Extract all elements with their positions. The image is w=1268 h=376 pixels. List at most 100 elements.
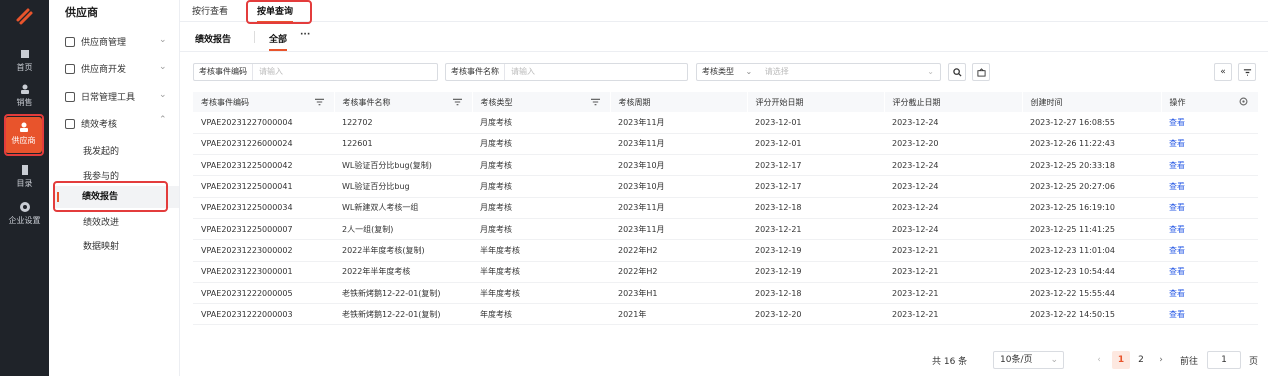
name-filter-label: 考核事件名称 bbox=[446, 64, 505, 80]
cell-end: 2023-12-24 bbox=[884, 154, 1022, 177]
cell-code: VPAE20231223000002 bbox=[193, 239, 334, 262]
table-row: VPAE20231225000007 2人一组(复制) 月度考核 2023年11月 20… bbox=[193, 218, 1258, 241]
filter-button[interactable] bbox=[1238, 63, 1256, 81]
chevron-up-icon[interactable]: ⌃ bbox=[159, 115, 167, 125]
view-link[interactable]: 查看 bbox=[1161, 112, 1258, 134]
name-filter[interactable]: 考核事件名称 请输入 bbox=[445, 63, 688, 81]
cell-created: 2023-12-26 11:22:43 bbox=[1022, 133, 1161, 156]
col-header-name[interactable]: 考核事件名称 bbox=[334, 92, 473, 112]
filter-icon[interactable] bbox=[314, 98, 324, 106]
code-filter[interactable]: 考核事件编码 请输入 bbox=[193, 63, 438, 81]
view-link[interactable]: 查看 bbox=[1161, 261, 1258, 283]
sidebar-group-daily-tools[interactable]: 日常管理工具 bbox=[65, 90, 135, 103]
more-button[interactable]: ··· bbox=[300, 30, 310, 40]
prev-page-button[interactable]: ‹ bbox=[1090, 351, 1108, 369]
cell-name: 122601 bbox=[334, 133, 472, 156]
nav-item-home[interactable]: 首页 bbox=[0, 44, 49, 78]
grid-icon bbox=[65, 92, 75, 102]
nav-item-settings[interactable]: 企业设置 bbox=[0, 197, 49, 231]
header-label: 操作 bbox=[1169, 97, 1186, 107]
sidebar-group-label: 供应商管理 bbox=[81, 38, 127, 48]
code-filter-label: 考核事件编码 bbox=[194, 64, 253, 80]
cell-code: VPAE20231222000003 bbox=[193, 303, 334, 326]
cell-created: 2023-12-22 14:50:15 bbox=[1022, 303, 1161, 326]
total-count: 共 16 条 bbox=[932, 357, 968, 367]
view-tabs: 按行查看 按单查询 bbox=[180, 0, 1268, 23]
view-link[interactable]: 查看 bbox=[1161, 303, 1258, 326]
sidebar-group-supplier-manage[interactable]: 供应商管理 bbox=[65, 35, 126, 48]
name-input[interactable]: 请输入 bbox=[505, 64, 535, 80]
sub-tabs: 绩效报告 全部 ··· bbox=[180, 22, 1268, 52]
cell-end: 2023-12-21 bbox=[884, 303, 1022, 326]
nav-item-sales[interactable]: 销售 bbox=[0, 79, 49, 113]
sidebar-item-initiated[interactable]: 我发起的 bbox=[83, 144, 119, 157]
chevron-down-icon[interactable]: ⌄ bbox=[159, 35, 167, 45]
sidebar-item-mapping[interactable]: 数据映射 bbox=[83, 239, 119, 252]
cell-start: 2023-12-19 bbox=[747, 261, 884, 283]
page-2-button[interactable]: 2 bbox=[1132, 351, 1150, 369]
cell-period: 2022年H2 bbox=[610, 239, 747, 262]
next-page-button[interactable]: › bbox=[1152, 351, 1170, 369]
nav-label: 目录 bbox=[16, 179, 33, 188]
report-table: 考核事件编码 考核事件名称 考核类型 考核周期 评分开始日期 评分截止日期 创建… bbox=[193, 92, 1259, 326]
sidebar-group-performance[interactable]: 绩效考核 bbox=[65, 117, 117, 130]
cell-created: 2023-12-25 20:27:06 bbox=[1022, 175, 1161, 198]
filter-icon[interactable] bbox=[590, 98, 600, 106]
type-select[interactable]: 请选择 bbox=[759, 64, 789, 80]
view-link[interactable]: 查看 bbox=[1161, 133, 1258, 156]
filter-icon[interactable] bbox=[452, 98, 462, 106]
header-label: 考核事件编码 bbox=[201, 97, 249, 107]
document-icon bbox=[65, 37, 75, 47]
table-header-row: 考核事件编码 考核事件名称 考核类型 考核周期 评分开始日期 评分截止日期 创建… bbox=[193, 92, 1259, 112]
basket-icon bbox=[976, 68, 986, 77]
goto-input[interactable]: 1 bbox=[1207, 351, 1241, 369]
type-filter[interactable]: 考核类型 ⌄ 请选择 ⌄ bbox=[696, 63, 941, 81]
cell-type: 半年度考核 bbox=[472, 239, 610, 262]
header-label: 考核类型 bbox=[480, 97, 513, 107]
col-header-type[interactable]: 考核类型 bbox=[472, 92, 611, 112]
table-row: VPAE20231226000024 122601 月度考核 2023年11月 2023… bbox=[193, 133, 1258, 156]
code-input[interactable]: 请输入 bbox=[253, 64, 283, 80]
highlight-box bbox=[246, 0, 312, 24]
collapse-button[interactable]: « bbox=[1214, 63, 1232, 81]
cell-name: 2022半年度考核(复制) bbox=[334, 239, 472, 262]
cell-period: 2023年11月 bbox=[610, 133, 747, 156]
search-button[interactable] bbox=[948, 63, 966, 81]
sidebar-item-improve[interactable]: 绩效改进 bbox=[83, 215, 119, 228]
page-1-button[interactable]: 1 bbox=[1112, 351, 1130, 369]
cell-type: 半年度考核 bbox=[472, 282, 610, 305]
settings-icon[interactable] bbox=[1239, 97, 1248, 106]
sidebar-group-label: 绩效考核 bbox=[81, 120, 118, 130]
cell-period: 2022年H2 bbox=[610, 261, 747, 283]
nav-label: 销售 bbox=[16, 98, 33, 107]
view-link[interactable]: 查看 bbox=[1161, 154, 1258, 177]
cell-period: 2021年 bbox=[610, 303, 747, 326]
tab-all[interactable]: 全部 bbox=[269, 32, 288, 51]
view-link[interactable]: 查看 bbox=[1161, 175, 1258, 198]
cell-code: VPAE20231225000007 bbox=[193, 218, 334, 241]
cell-end: 2023-12-21 bbox=[884, 261, 1022, 283]
sidebar-group-supplier-dev[interactable]: 供应商开发 bbox=[65, 62, 126, 75]
clear-button[interactable] bbox=[972, 63, 990, 81]
col-header-code[interactable]: 考核事件编码 bbox=[193, 92, 335, 112]
user-icon bbox=[20, 84, 29, 94]
cell-code: VPAE20231225000042 bbox=[193, 154, 334, 177]
filter-icon bbox=[1243, 69, 1251, 76]
nav-item-catalog[interactable]: 目录 bbox=[0, 160, 49, 194]
view-link[interactable]: 查看 bbox=[1161, 218, 1258, 241]
cell-code: VPAE20231222000005 bbox=[193, 282, 334, 305]
view-link[interactable]: 查看 bbox=[1161, 282, 1258, 305]
chevron-down-icon[interactable]: ⌄ bbox=[159, 90, 167, 100]
cell-created: 2023-12-25 20:33:18 bbox=[1022, 154, 1161, 177]
page-size-select[interactable]: 10条/页 ⌄ bbox=[993, 351, 1064, 369]
tab-by-line[interactable]: 按行查看 bbox=[192, 4, 228, 17]
table-row: VPAE20231225000034 WL新建双人考核一组 月度考核 2023年11月… bbox=[193, 197, 1258, 219]
cell-start: 2023-12-17 bbox=[747, 154, 884, 177]
chevron-down-icon[interactable]: ⌄ bbox=[159, 62, 167, 72]
view-link[interactable]: 查看 bbox=[1161, 197, 1258, 219]
view-link[interactable]: 查看 bbox=[1161, 239, 1258, 262]
edit-icon bbox=[65, 64, 75, 74]
chart-icon bbox=[65, 119, 75, 129]
cell-created: 2023-12-23 10:54:44 bbox=[1022, 261, 1161, 283]
cell-type: 月度考核 bbox=[472, 175, 610, 198]
